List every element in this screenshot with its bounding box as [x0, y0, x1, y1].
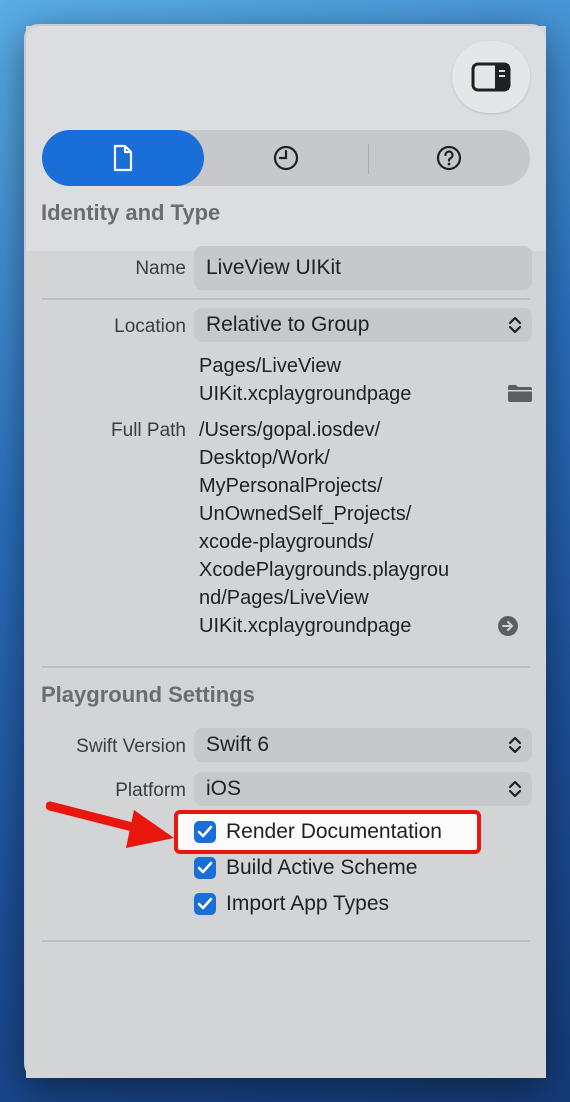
divider	[42, 298, 530, 300]
checkbox-checked-icon	[194, 857, 216, 879]
divider	[42, 666, 530, 668]
tab-file-inspector[interactable]	[42, 130, 204, 186]
platform-select[interactable]: iOS	[194, 772, 532, 806]
render-documentation-checkbox[interactable]: Render Documentation	[194, 820, 442, 844]
chevron-updown-icon	[508, 780, 522, 798]
help-icon	[436, 145, 462, 171]
tab-history-inspector[interactable]	[204, 130, 368, 186]
location-value: Relative to Group	[206, 313, 370, 336]
toggle-inspector-button[interactable]	[452, 41, 530, 113]
playground-section-title: Playground Settings	[41, 682, 255, 707]
full-path: /Users/gopal.iosdev/ Desktop/Work/ MyPer…	[199, 419, 450, 637]
chevron-updown-icon	[508, 316, 522, 334]
name-value: LiveView UIKit	[206, 256, 342, 279]
name-field[interactable]: LiveView UIKit	[194, 246, 532, 290]
swift-version-select[interactable]: Swift 6	[194, 728, 532, 762]
sidebar-right-icon	[471, 62, 511, 92]
checkbox-label: Import App Types	[226, 892, 390, 915]
checkbox-checked-icon	[194, 893, 216, 915]
divider	[42, 940, 530, 942]
checkbox-checked-icon	[194, 821, 216, 843]
folder-icon[interactable]	[507, 383, 533, 403]
chevron-updown-icon	[508, 736, 522, 754]
swift-version-label: Swift Version	[76, 736, 186, 757]
location-select[interactable]: Relative to Group	[194, 308, 532, 342]
relative-path: Pages/LiveView UIKit.xcplaygroundpage	[199, 355, 412, 405]
inspector-tabs	[42, 130, 530, 186]
document-icon	[113, 144, 133, 172]
build-active-scheme-checkbox[interactable]: Build Active Scheme	[194, 856, 417, 880]
checkbox-label: Build Active Scheme	[226, 856, 418, 879]
import-app-types-checkbox[interactable]: Import App Types	[194, 892, 389, 916]
name-label: Name	[135, 258, 186, 279]
reveal-arrow-icon[interactable]	[497, 615, 519, 637]
identity-section-title: Identity and Type	[41, 200, 221, 225]
swift-version-value: Swift 6	[206, 733, 270, 756]
location-label: Location	[114, 316, 186, 337]
platform-value: iOS	[206, 777, 242, 800]
inspector-panel: Identity and Type Name LiveView UIKit Lo…	[26, 26, 546, 1078]
clock-icon	[273, 145, 299, 171]
checkbox-label: Render Documentation	[226, 820, 442, 843]
full-path-label: Full Path	[111, 420, 186, 441]
tab-help-inspector[interactable]	[368, 130, 530, 186]
annotation-arrow-icon	[46, 801, 174, 848]
